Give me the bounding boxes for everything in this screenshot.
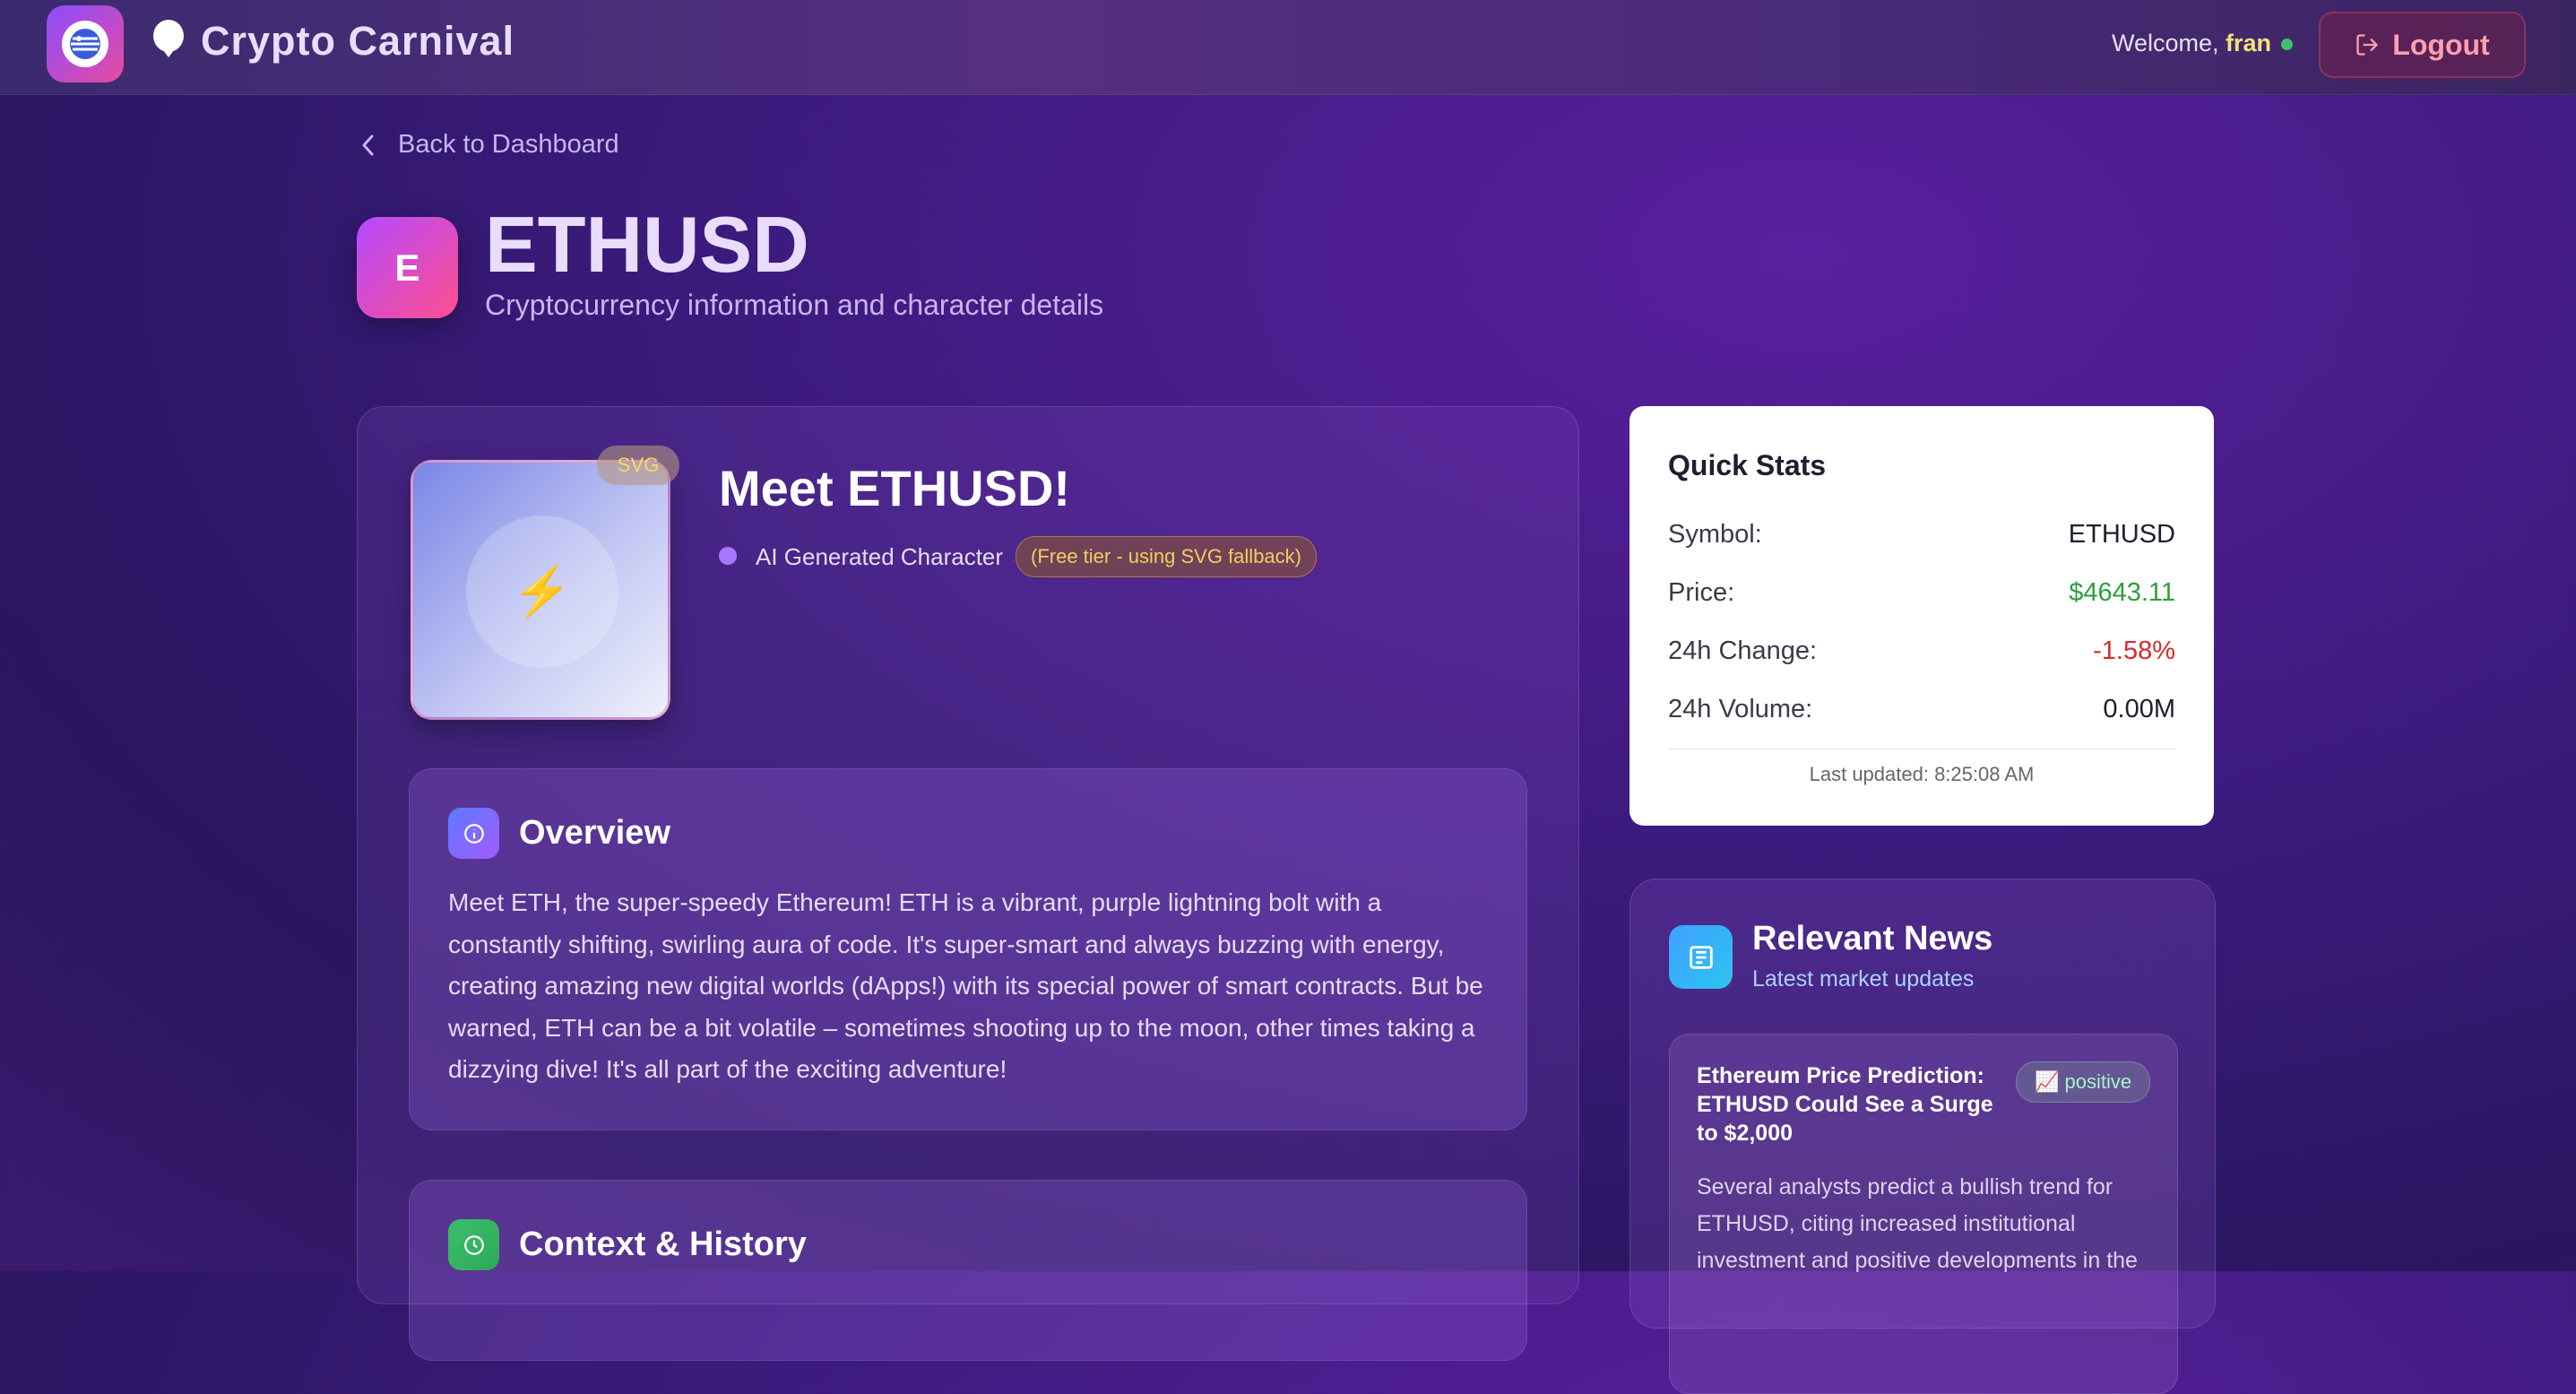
- context-section: Context & History: [409, 1180, 1527, 1361]
- stat-label: 24h Volume:: [1668, 695, 1813, 723]
- overview-section: Overview Meet ETH, the super-speedy Ethe…: [409, 768, 1527, 1130]
- balloon-icon: [153, 20, 184, 57]
- ai-generated-label: AI Generated Character: [756, 543, 1004, 570]
- character-image: ⚡: [411, 460, 670, 720]
- clock-icon: [448, 1219, 499, 1270]
- page-title: ETHUSD: [485, 200, 809, 289]
- welcome-prefix: Welcome,: [2112, 30, 2226, 56]
- stat-label: Price:: [1668, 578, 1735, 607]
- info-icon: [448, 808, 499, 859]
- context-title: Context & History: [519, 1225, 807, 1263]
- globe-logo-icon: [70, 29, 100, 59]
- last-updated: Last updated: 8:25:08 AM: [1809, 763, 2035, 785]
- character-circle: ⚡: [466, 515, 618, 668]
- stat-row-price: Price: $4643.11: [1668, 578, 2175, 608]
- stat-row-volume: 24h Volume: 0.00M: [1668, 695, 2175, 724]
- back-to-dashboard-link[interactable]: Back to Dashboard: [359, 130, 619, 160]
- stat-value: ETHUSD: [2068, 520, 2175, 549]
- coin-avatar: E: [357, 217, 458, 318]
- app-logo[interactable]: [47, 5, 124, 82]
- newspaper-icon: [1669, 925, 1733, 989]
- welcome-text: Welcome, fran: [2112, 30, 2271, 57]
- overview-text: Meet ETH, the super-speedy Ethereum! ETH…: [448, 888, 1483, 1083]
- tier-badge: (Free tier - using SVG fallback): [1016, 536, 1317, 577]
- stat-value: -1.58%: [2093, 636, 2175, 665]
- quick-stats-title: Quick Stats: [1668, 449, 1827, 481]
- logout-label: Logout: [2392, 28, 2490, 61]
- news-subtitle: Latest market updates: [1752, 966, 1975, 991]
- stat-row-symbol: Symbol: ETHUSD: [1668, 520, 2175, 550]
- overview-title: Overview: [519, 814, 670, 852]
- top-navbar: Crypto Carnival Welcome, fran Logout: [0, 0, 2576, 95]
- news-item[interactable]: Ethereum Price Prediction: ETHUSD Could …: [1669, 1034, 2178, 1394]
- character-title: Meet ETHUSD!: [719, 460, 1071, 516]
- news-headline[interactable]: Ethereum Price Prediction: ETHUSD Could …: [1697, 1061, 2019, 1147]
- stat-label: 24h Change:: [1668, 636, 1818, 665]
- svg-tag: SVG: [597, 446, 679, 485]
- stat-row-change: 24h Change: -1.58%: [1668, 636, 2175, 666]
- page-subtitle: Cryptocurrency information and character…: [485, 289, 1104, 321]
- username: fran: [2226, 30, 2272, 56]
- lightning-icon: ⚡: [512, 564, 573, 619]
- news-body: Several analysts predict a bullish trend…: [1697, 1174, 2138, 1273]
- stat-value: $4643.11: [2069, 578, 2175, 607]
- back-label: Back to Dashboard: [398, 130, 619, 159]
- logout-icon: [2356, 34, 2378, 56]
- logout-button[interactable]: Logout: [2319, 12, 2526, 78]
- news-title: Relevant News: [1752, 920, 1993, 957]
- online-status-dot: [2281, 39, 2293, 50]
- quick-stats-card: Quick Stats Symbol: ETHUSD Price: $4643.…: [1629, 406, 2214, 826]
- stat-label: Symbol:: [1668, 520, 1762, 549]
- ai-indicator-dot: [719, 547, 737, 565]
- brand-title: Crypto Carnival: [201, 18, 515, 64]
- stat-value: 0.00M: [2103, 695, 2175, 723]
- sentiment-badge: 📈 positive: [2016, 1061, 2151, 1103]
- news-card: Relevant News Latest market updates Ethe…: [1629, 879, 2216, 1394]
- chevron-left-icon: [362, 134, 374, 155]
